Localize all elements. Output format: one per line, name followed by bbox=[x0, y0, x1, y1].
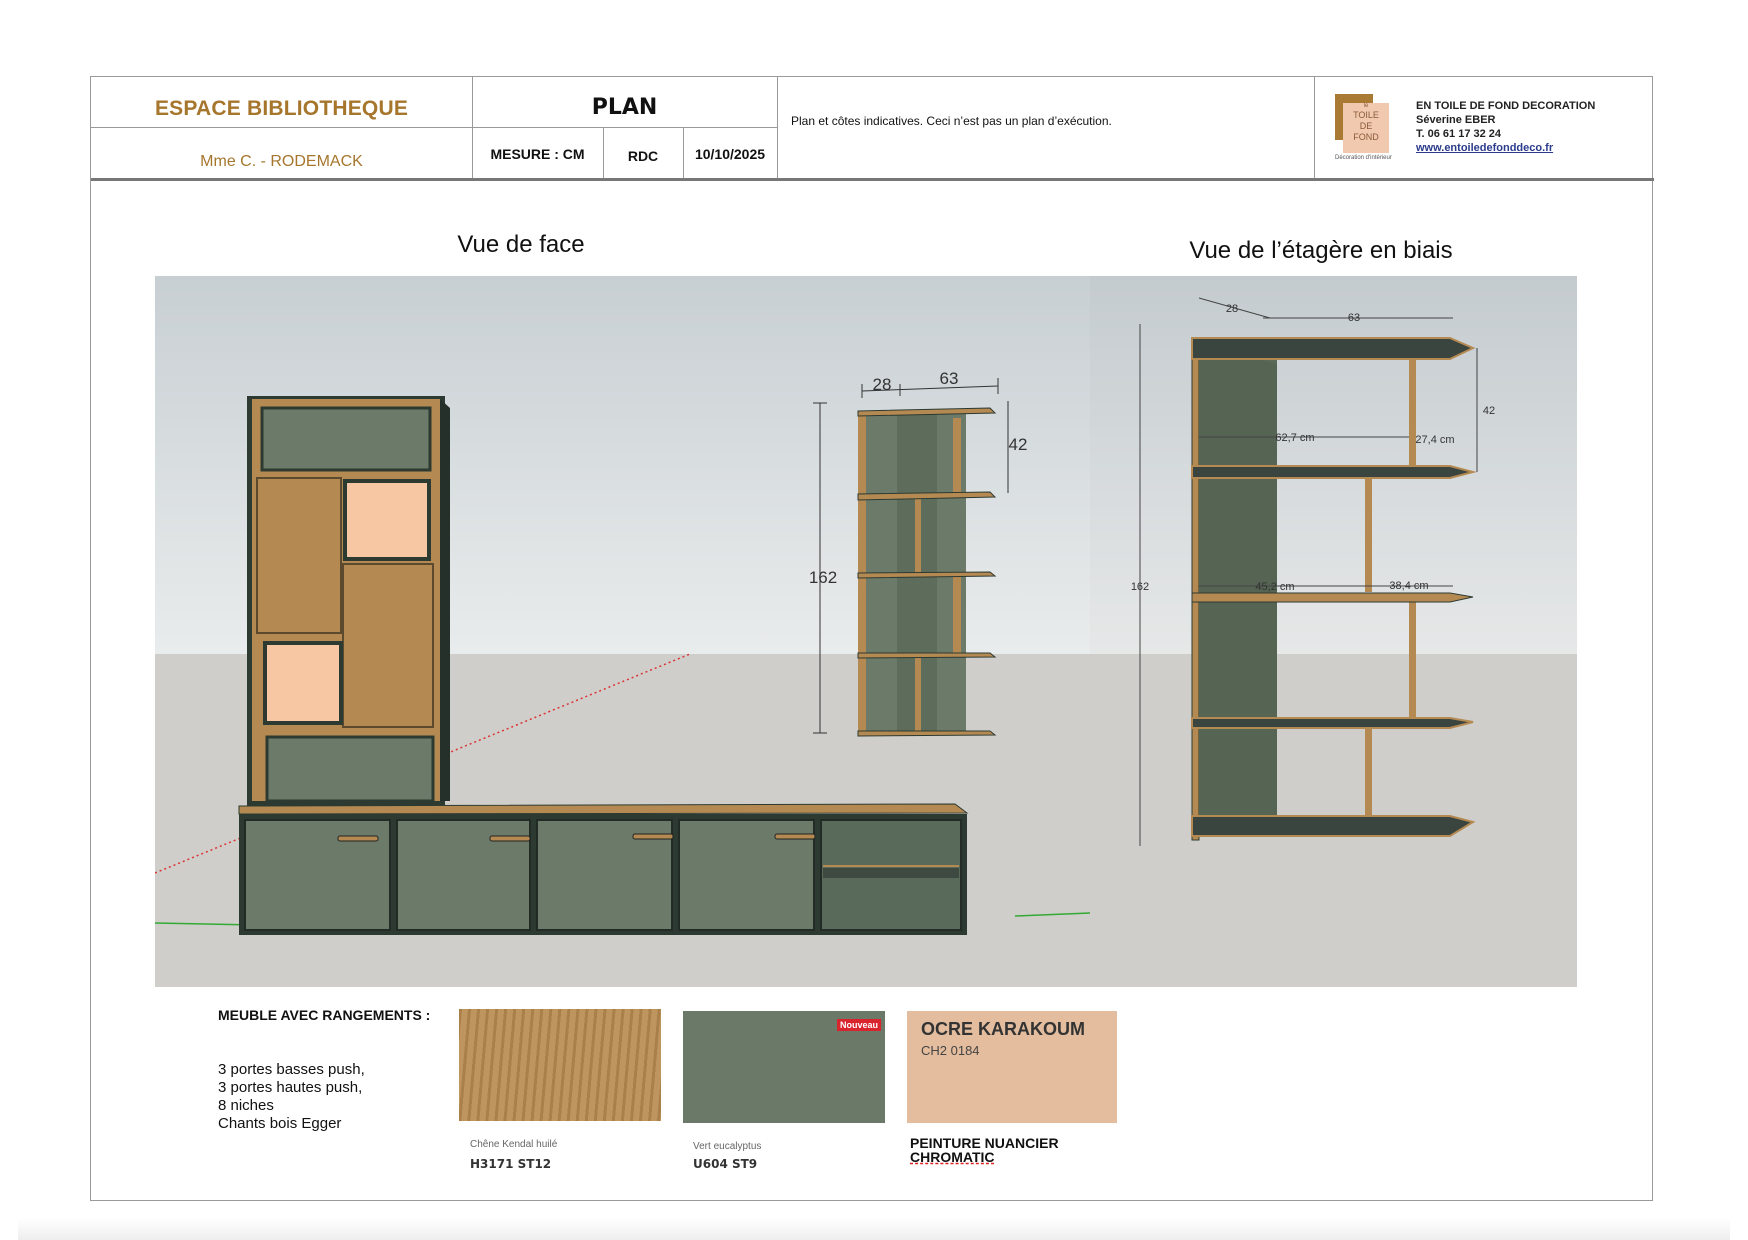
angled-dim-width: 63 bbox=[1348, 312, 1360, 324]
swatch-oak-caption: Chêne Kendal huilé bbox=[470, 1139, 558, 1150]
company-person: Séverine EBER bbox=[1416, 114, 1496, 126]
angled-dim-shelf: 42 bbox=[1483, 405, 1495, 417]
project-title: ESPACE BIBLIOTHEQUE bbox=[154, 97, 409, 120]
legend-title: MEUBLE AVEC RANGEMENTS : bbox=[218, 1007, 431, 1023]
plan-label: PLAN bbox=[591, 95, 658, 120]
paint-label-line: CHROMATIC bbox=[910, 1149, 995, 1165]
low-cabinet bbox=[238, 803, 969, 935]
disclaimer-text: Plan et côtes indicatives. Ceci n’est pa… bbox=[791, 114, 1112, 128]
header-row-divider bbox=[91, 127, 777, 128]
front-view-title: Vue de face bbox=[457, 231, 585, 258]
company-phone: T. 06 61 17 32 24 bbox=[1416, 128, 1502, 140]
tall-bookcase bbox=[247, 396, 450, 806]
legend-line: 3 portes hautes push, bbox=[218, 1079, 363, 1096]
header-divider bbox=[1314, 77, 1315, 181]
company-logo: le TOILE DE FOND Décoration d'intérieur bbox=[1335, 94, 1397, 161]
swatch-green-caption: Vert eucalyptus bbox=[693, 1141, 762, 1152]
plan-sheet: ESPACE BIBLIOTHEQUE Mme C. - RODEMACK PL… bbox=[90, 76, 1654, 1201]
legend-line: 8 niches bbox=[218, 1097, 274, 1114]
header-divider bbox=[777, 77, 778, 181]
swatch-ochre: OCRE KARAKOUM CH2 0184 bbox=[907, 1011, 1117, 1123]
angled-view-title: Vue de l’étagère en biais bbox=[1189, 237, 1453, 264]
front-dim-height: 162 bbox=[809, 568, 837, 587]
angled-dim-inner-top: 62,7 cm bbox=[1275, 432, 1314, 444]
swatch-green: Nouveau bbox=[683, 1011, 885, 1123]
swatch-oak-ref: H3171 ST12 bbox=[470, 1157, 552, 1171]
swatch-oak bbox=[459, 1009, 661, 1121]
company-info: EN TOILE DE FOND DECORATION Séverine EBE… bbox=[1416, 99, 1595, 155]
furniture-rendering: 162 28 63 42 162 28 63 42 62,7 cm 27,4 c… bbox=[155, 276, 1577, 987]
header-bottom-rule bbox=[91, 178, 1654, 181]
angled-dim-side-mid: 38,4 cm bbox=[1389, 580, 1428, 592]
swatch-ochre-code: CH2 0184 bbox=[921, 1043, 980, 1058]
paint-label-line: PEINTURE NUANCIER bbox=[910, 1135, 1059, 1151]
legend-list: 3 portes basses push, 3 portes hautes pu… bbox=[218, 1061, 365, 1133]
company-website-link[interactable]: www.entoiledefonddeco.fr bbox=[1416, 141, 1595, 155]
level-label: RDC bbox=[627, 148, 659, 164]
legend-line: 3 portes basses push, bbox=[218, 1061, 365, 1078]
header-divider bbox=[472, 77, 473, 181]
angled-dim-side-top: 27,4 cm bbox=[1415, 434, 1454, 446]
plan-date: 10/10/2025 bbox=[694, 146, 766, 162]
front-dim-width: 63 bbox=[940, 369, 959, 388]
page-bottom-edge bbox=[18, 1218, 1730, 1240]
company-name: EN TOILE DE FOND DECORATION bbox=[1416, 100, 1596, 112]
measure-unit: MESURE : CM bbox=[490, 146, 585, 162]
swatch-ochre-name: OCRE KARAKOUM bbox=[921, 1019, 1085, 1039]
new-badge: Nouveau bbox=[836, 1019, 881, 1031]
client-name: Mme C. - RODEMACK bbox=[200, 153, 363, 170]
front-dim-shelf: 42 bbox=[1009, 435, 1028, 454]
legend-line: Chants bois Egger bbox=[218, 1115, 342, 1132]
angled-dim-depth: 28 bbox=[1226, 303, 1238, 315]
angled-dim-height: 162 bbox=[1131, 581, 1149, 593]
paint-label: PEINTURE NUANCIER CHROMATIC bbox=[910, 1136, 1059, 1164]
swatch-green-ref: U604 ST9 bbox=[693, 1157, 758, 1171]
front-dim-depth: 28 bbox=[873, 375, 892, 394]
angled-dim-inner-mid: 45,2 cm bbox=[1255, 581, 1294, 593]
